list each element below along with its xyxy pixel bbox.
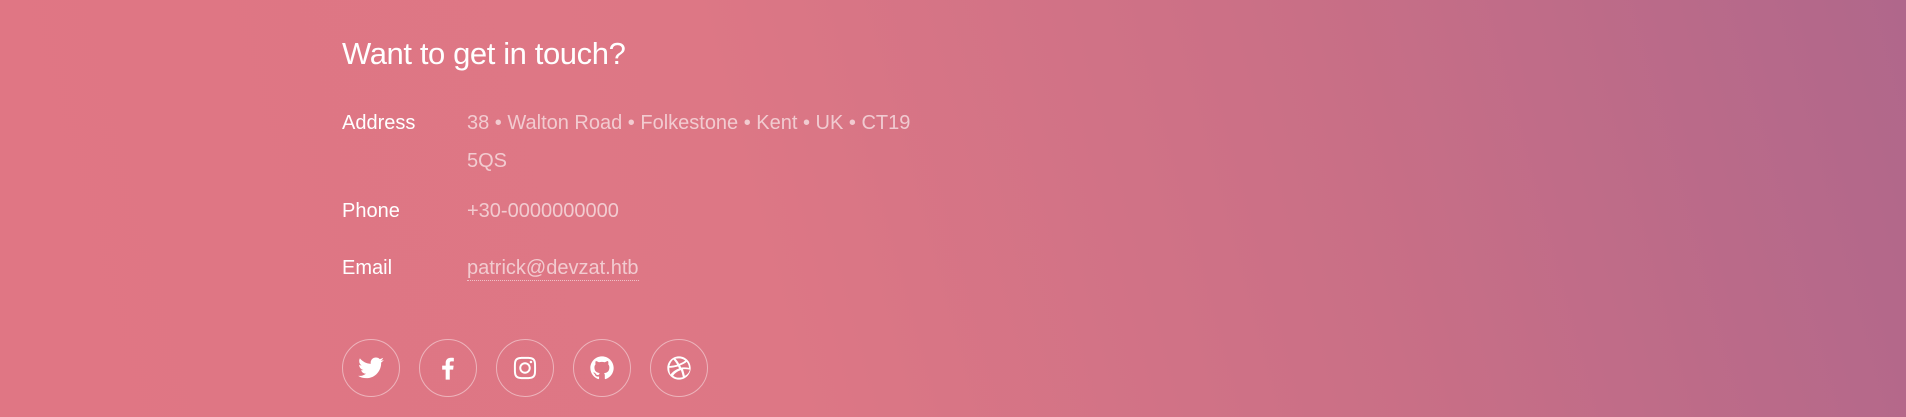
instagram-link[interactable]: [496, 339, 554, 397]
email-value-wrap: patrick@devzat.htb: [467, 249, 639, 287]
address-row: Address 38 • Walton Road • Folkestone • …: [342, 104, 1042, 180]
social-links: [342, 339, 708, 397]
contact-section: Want to get in touch? Address 38 • Walto…: [342, 34, 1042, 287]
phone-label: Phone: [342, 200, 400, 222]
email-label: Email: [342, 257, 393, 279]
email-row: Email patrick@devzat.htb: [342, 249, 1042, 287]
facebook-icon: [442, 357, 454, 380]
twitter-icon: [358, 357, 384, 379]
github-link[interactable]: [573, 339, 631, 397]
facebook-link[interactable]: [419, 339, 477, 397]
address-value: 38 • Walton Road • Folkestone • Kent • U…: [467, 112, 911, 172]
contact-heading: Want to get in touch?: [342, 36, 626, 71]
dribbble-icon: [667, 356, 691, 380]
phone-value: +30-0000000000: [467, 200, 619, 222]
github-icon: [590, 356, 614, 380]
twitter-link[interactable]: [342, 339, 400, 397]
dribbble-link[interactable]: [650, 339, 708, 397]
phone-row: Phone +30-0000000000: [342, 192, 1042, 230]
address-label: Address: [342, 112, 416, 134]
email-link[interactable]: patrick@devzat.htb: [467, 257, 639, 281]
instagram-icon: [513, 356, 537, 380]
